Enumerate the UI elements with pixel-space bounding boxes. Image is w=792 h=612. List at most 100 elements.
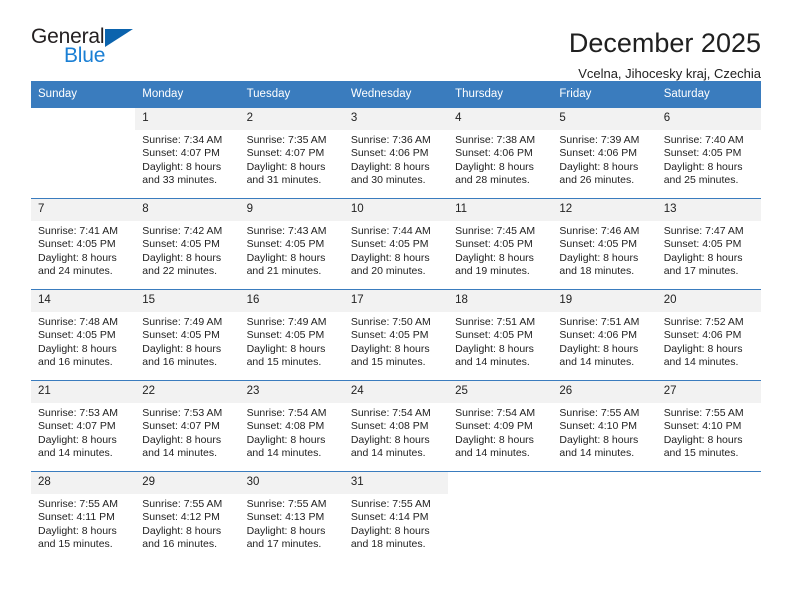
calendar-day-cell[interactable]: 15 Sunrise: 7:49 AM Sunset: 4:05 PM Dayligh… bbox=[135, 289, 240, 381]
calendar-day-cell[interactable]: 3 Sunrise: 7:36 AM Sunset: 4:06 PM Daylight… bbox=[343, 107, 449, 199]
calendar-page: General Blue December 2025 Vcelna, Jihoc… bbox=[0, 0, 792, 612]
sunset-text: Sunset: 4:07 PM bbox=[38, 420, 116, 433]
daylight-text-line2: and 15 minutes. bbox=[246, 356, 322, 369]
calendar-day-cell[interactable]: 31 Sunrise: 7:55 AM Sunset: 4:14 PM Dayligh… bbox=[343, 471, 449, 562]
daylight-text-line1: Daylight: 8 hours bbox=[38, 433, 117, 446]
general-blue-logo[interactable]: General Blue bbox=[31, 26, 161, 74]
calendar-cell-inner: 24 Sunrise: 7:54 AM Sunset: 4:08 PM Dayligh… bbox=[343, 381, 449, 471]
day-sun-info: Sunrise: 7:50 AM Sunset: 4:05 PM Daylight:… bbox=[344, 312, 448, 370]
calendar-day-cell[interactable]: 21 Sunrise: 7:53 AM Sunset: 4:07 PM Dayligh… bbox=[31, 380, 136, 472]
calendar-cell-inner: 5 Sunrise: 7:39 AM Sunset: 4:06 PM Daylight… bbox=[552, 108, 657, 198]
day-sun-info: Sunrise: 7:40 AM Sunset: 4:05 PM Daylight:… bbox=[657, 130, 761, 188]
daylight-text-line1: Daylight: 8 hours bbox=[38, 251, 117, 264]
calendar-cell-inner: 4 Sunrise: 7:38 AM Sunset: 4:06 PM Daylight… bbox=[448, 108, 553, 198]
sunset-text: Sunset: 4:07 PM bbox=[142, 420, 220, 433]
daylight-text-line1: Daylight: 8 hours bbox=[246, 433, 326, 446]
day-number: 30 bbox=[239, 472, 344, 494]
calendar-day-cell[interactable]: 19 Sunrise: 7:51 AM Sunset: 4:06 PM Dayligh… bbox=[552, 289, 657, 381]
calendar-day-cell[interactable]: 2 Sunrise: 7:35 AM Sunset: 4:07 PM Daylight… bbox=[239, 107, 344, 199]
calendar-day-cell[interactable]: 18 Sunrise: 7:51 AM Sunset: 4:05 PM Dayligh… bbox=[448, 289, 553, 381]
calendar-day-cell[interactable]: 11 Sunrise: 7:45 AM Sunset: 4:05 PM Dayligh… bbox=[448, 198, 553, 290]
calendar-day-cell[interactable]: 22 Sunrise: 7:53 AM Sunset: 4:07 PM Dayligh… bbox=[135, 380, 240, 472]
calendar-day-cell[interactable]: 25 Sunrise: 7:54 AM Sunset: 4:09 PM Dayligh… bbox=[448, 380, 553, 472]
sunset-text: Sunset: 4:09 PM bbox=[455, 420, 533, 433]
calendar-day-cell[interactable]: 14 Sunrise: 7:48 AM Sunset: 4:05 PM Dayligh… bbox=[31, 289, 136, 381]
daylight-text-line2: and 31 minutes. bbox=[246, 174, 322, 187]
daylight-text-line2: and 14 minutes. bbox=[455, 447, 530, 460]
calendar-day-cell[interactable]: 26 Sunrise: 7:55 AM Sunset: 4:10 PM Dayligh… bbox=[552, 380, 657, 472]
calendar-cell-empty bbox=[656, 471, 761, 562]
sunrise-text: Sunrise: 7:34 AM bbox=[142, 134, 223, 146]
calendar-day-cell[interactable]: 17 Sunrise: 7:50 AM Sunset: 4:05 PM Dayligh… bbox=[343, 289, 449, 381]
sunrise-text: Sunrise: 7:36 AM bbox=[350, 134, 431, 146]
calendar-day-cell[interactable]: 5 Sunrise: 7:39 AM Sunset: 4:06 PM Daylight… bbox=[552, 107, 657, 199]
calendar-day-cell[interactable]: 16 Sunrise: 7:49 AM Sunset: 4:05 PM Dayligh… bbox=[239, 289, 344, 381]
calendar-day-cell[interactable]: 23 Sunrise: 7:54 AM Sunset: 4:08 PM Dayligh… bbox=[239, 380, 344, 472]
calendar-day-cell[interactable]: 30 Sunrise: 7:55 AM Sunset: 4:13 PM Dayligh… bbox=[239, 471, 344, 562]
triangle-logo-icon bbox=[105, 29, 133, 47]
day-number: 29 bbox=[135, 472, 240, 494]
sunset-text: Sunset: 4:06 PM bbox=[455, 147, 533, 160]
daylight-text-line1: Daylight: 8 hours bbox=[142, 251, 222, 264]
calendar-cell-inner: 19 Sunrise: 7:51 AM Sunset: 4:06 PM Dayligh… bbox=[552, 290, 657, 380]
sunset-text: Sunset: 4:05 PM bbox=[350, 329, 429, 342]
daylight-text-line1: Daylight: 8 hours bbox=[38, 524, 117, 537]
calendar-cell-inner: 13 Sunrise: 7:47 AM Sunset: 4:05 PM Dayligh… bbox=[656, 199, 761, 289]
calendar-day-cell[interactable]: 4 Sunrise: 7:38 AM Sunset: 4:06 PM Daylight… bbox=[448, 107, 553, 199]
sunrise-text: Sunrise: 7:55 AM bbox=[246, 498, 327, 510]
calendar-day-cell[interactable]: 28 Sunrise: 7:55 AM Sunset: 4:11 PM Dayligh… bbox=[31, 471, 136, 562]
sunset-text: Sunset: 4:08 PM bbox=[350, 420, 429, 433]
calendar-cell-inner: 16 Sunrise: 7:49 AM Sunset: 4:05 PM Dayligh… bbox=[239, 290, 344, 380]
day-sun-info: Sunrise: 7:44 AM Sunset: 4:05 PM Daylight:… bbox=[344, 221, 448, 279]
sunrise-text: Sunrise: 7:46 AM bbox=[559, 225, 640, 237]
calendar-day-cell[interactable]: 7 Sunrise: 7:41 AM Sunset: 4:05 PM Daylight… bbox=[31, 198, 136, 290]
daylight-text-line2: and 20 minutes. bbox=[350, 265, 426, 278]
day-sun-info: Sunrise: 7:49 AM Sunset: 4:05 PM Daylight:… bbox=[135, 312, 239, 370]
calendar-day-cell[interactable]: 10 Sunrise: 7:44 AM Sunset: 4:05 PM Dayligh… bbox=[343, 198, 449, 290]
day-sun-info: Sunrise: 7:36 AM Sunset: 4:06 PM Daylight:… bbox=[344, 130, 448, 188]
calendar-cell-inner bbox=[552, 472, 657, 562]
sunrise-text: Sunrise: 7:53 AM bbox=[38, 407, 118, 419]
calendar-cell-inner: 3 Sunrise: 7:36 AM Sunset: 4:06 PM Daylight… bbox=[343, 108, 449, 198]
calendar-cell-inner: 10 Sunrise: 7:44 AM Sunset: 4:05 PM Dayligh… bbox=[343, 199, 449, 289]
day-number: 2 bbox=[239, 108, 344, 130]
sunrise-text: Sunrise: 7:48 AM bbox=[38, 316, 118, 328]
calendar-cell-inner: 12 Sunrise: 7:46 AM Sunset: 4:05 PM Dayligh… bbox=[552, 199, 657, 289]
calendar-day-cell[interactable]: 12 Sunrise: 7:46 AM Sunset: 4:05 PM Dayligh… bbox=[552, 198, 657, 290]
daylight-text-line1: Daylight: 8 hours bbox=[142, 160, 222, 173]
day-sun-info: Sunrise: 7:53 AM Sunset: 4:07 PM Daylight:… bbox=[31, 403, 135, 461]
sunrise-text: Sunrise: 7:54 AM bbox=[246, 407, 327, 419]
daylight-text-line1: Daylight: 8 hours bbox=[142, 342, 222, 355]
sunrise-text: Sunrise: 7:52 AM bbox=[663, 316, 744, 328]
sunset-text: Sunset: 4:05 PM bbox=[246, 238, 325, 251]
calendar-day-cell[interactable]: 6 Sunrise: 7:40 AM Sunset: 4:05 PM Daylight… bbox=[656, 107, 761, 199]
day-number: 14 bbox=[31, 290, 136, 312]
sunset-text: Sunset: 4:10 PM bbox=[663, 420, 742, 433]
location-subtitle: Vcelna, Jihocesky kraj, Czechia bbox=[578, 66, 761, 81]
day-sun-info: Sunrise: 7:55 AM Sunset: 4:14 PM Daylight:… bbox=[344, 494, 448, 552]
sunset-text: Sunset: 4:05 PM bbox=[663, 147, 742, 160]
calendar-day-cell[interactable]: 20 Sunrise: 7:52 AM Sunset: 4:06 PM Dayligh… bbox=[656, 289, 761, 381]
day-sun-info: Sunrise: 7:53 AM Sunset: 4:07 PM Daylight:… bbox=[135, 403, 239, 461]
weekday-header-monday: Monday bbox=[135, 81, 240, 108]
sunrise-text: Sunrise: 7:54 AM bbox=[350, 407, 431, 419]
calendar-day-cell[interactable]: 24 Sunrise: 7:54 AM Sunset: 4:08 PM Dayligh… bbox=[343, 380, 449, 472]
calendar-day-cell[interactable]: 29 Sunrise: 7:55 AM Sunset: 4:12 PM Dayligh… bbox=[135, 471, 240, 562]
calendar-day-cell[interactable]: 1 Sunrise: 7:34 AM Sunset: 4:07 PM Daylight… bbox=[135, 107, 240, 199]
calendar-day-cell[interactable]: 8 Sunrise: 7:42 AM Sunset: 4:05 PM Daylight… bbox=[135, 198, 240, 290]
daylight-text-line2: and 33 minutes. bbox=[142, 174, 217, 187]
sunset-text: Sunset: 4:11 PM bbox=[38, 511, 115, 524]
calendar-cell-inner: 15 Sunrise: 7:49 AM Sunset: 4:05 PM Dayligh… bbox=[135, 290, 240, 380]
day-sun-info: Sunrise: 7:52 AM Sunset: 4:06 PM Daylight:… bbox=[657, 312, 761, 370]
daylight-text-line1: Daylight: 8 hours bbox=[350, 160, 430, 173]
calendar-day-cell[interactable]: 27 Sunrise: 7:55 AM Sunset: 4:10 PM Dayligh… bbox=[656, 380, 761, 472]
calendar-cell-inner: 9 Sunrise: 7:43 AM Sunset: 4:05 PM Daylight… bbox=[239, 199, 344, 289]
calendar-day-cell[interactable]: 13 Sunrise: 7:47 AM Sunset: 4:05 PM Dayligh… bbox=[656, 198, 761, 290]
sunrise-text: Sunrise: 7:47 AM bbox=[663, 225, 744, 237]
calendar-cell-inner: 14 Sunrise: 7:48 AM Sunset: 4:05 PM Dayligh… bbox=[31, 290, 136, 380]
sunrise-text: Sunrise: 7:38 AM bbox=[455, 134, 536, 146]
daylight-text-line1: Daylight: 8 hours bbox=[142, 524, 222, 537]
calendar-day-cell[interactable]: 9 Sunrise: 7:43 AM Sunset: 4:05 PM Daylight… bbox=[239, 198, 344, 290]
day-sun-info: Sunrise: 7:55 AM Sunset: 4:11 PM Daylight:… bbox=[31, 494, 135, 552]
daylight-text-line2: and 14 minutes. bbox=[246, 447, 322, 460]
